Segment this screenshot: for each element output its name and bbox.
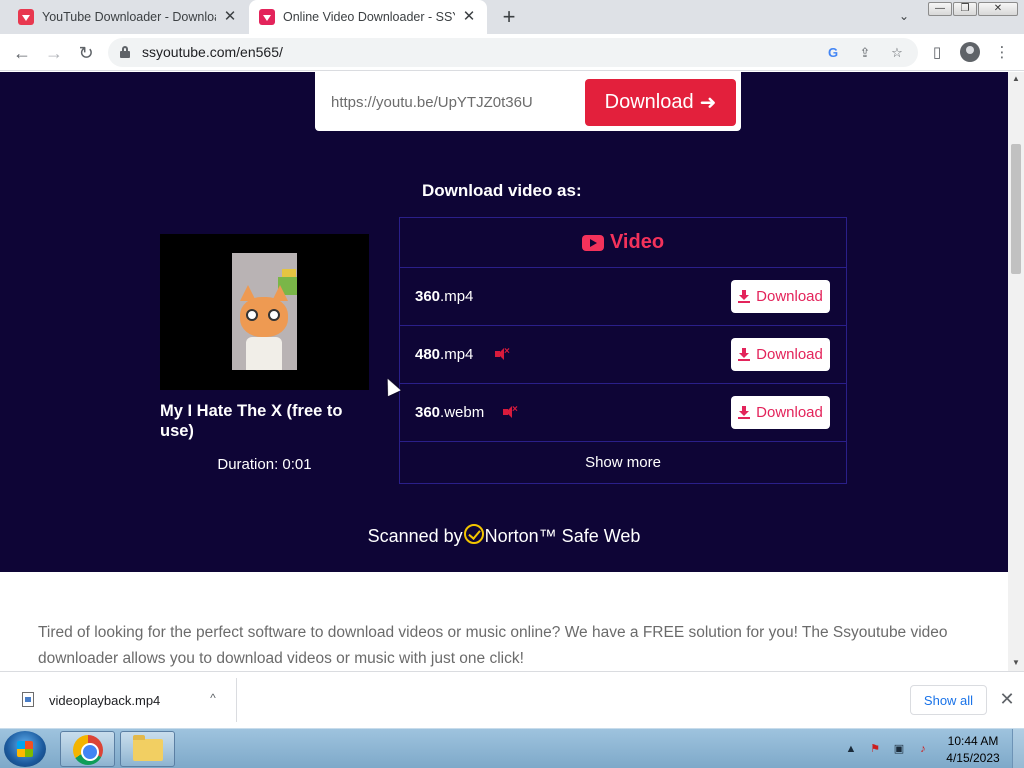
youtube-play-icon	[581, 234, 604, 251]
windows-taskbar: ▲ ⚑ ▣ ♪ 10:44 AM 4/15/2023	[0, 728, 1024, 768]
format-row: 480.mp4 × Download	[400, 326, 846, 384]
norton-check-icon	[463, 524, 484, 544]
minimize-button[interactable]: —	[928, 2, 952, 16]
tray-expand-icon[interactable]: ▲	[844, 742, 858, 756]
format-quality: 360	[415, 404, 441, 421]
download-360-mp4-button[interactable]: Download	[731, 280, 830, 313]
download-shelf: videoplayback.mp4 ^ Show all ✕	[0, 671, 1024, 728]
format-label: 360.webm	[415, 404, 484, 421]
show-all-button[interactable]: Show all	[910, 685, 987, 715]
forward-arrow-icon[interactable]: →	[43, 42, 65, 64]
cat-cartoon-image	[232, 253, 297, 370]
clock-date[interactable]: 4/15/2023	[940, 751, 1006, 765]
download-as-heading: Download video as:	[422, 181, 582, 200]
tab-title: Online Video Downloader - SSYo	[283, 10, 455, 24]
clock-time[interactable]: 10:44 AM	[940, 734, 1006, 748]
taskbar-explorer-button[interactable]	[120, 731, 175, 767]
format-label: 360.mp4	[415, 288, 473, 305]
share-icon[interactable]: ⇪	[856, 44, 874, 62]
tab-search-chevron-icon[interactable]: ⌄	[896, 9, 912, 25]
browser-toolbar: ← → ↻ ssyoutube.com/en565/ G ⇪ ☆ ▯ ⋮	[0, 34, 1024, 71]
downloaded-file-name[interactable]: videoplayback.mp4	[49, 693, 160, 708]
back-arrow-icon[interactable]: ←	[11, 42, 33, 64]
network-icon[interactable]: ▣	[892, 742, 906, 756]
tab-close-icon[interactable]: ✕	[222, 9, 238, 25]
side-panel-icon[interactable]: ▯	[927, 43, 947, 63]
youtube-downloader-favicon-icon	[18, 9, 34, 25]
reload-icon[interactable]: ↻	[75, 42, 97, 64]
format-quality: 360	[415, 288, 441, 305]
format-row: 360.webm × Download	[400, 384, 846, 442]
format-ext: .mp4	[440, 288, 474, 305]
ssyoutube-favicon-icon	[259, 9, 275, 25]
taskbar-chrome-button[interactable]	[60, 731, 115, 767]
download-icon	[738, 406, 751, 419]
muted-speaker-icon: ×	[503, 404, 518, 418]
close-window-button[interactable]: ✕	[978, 2, 1018, 16]
norton-badge: Scanned by Norton™ Safe Web	[0, 524, 1008, 547]
download-button-label: Download	[756, 288, 823, 305]
close-shelf-icon[interactable]: ✕	[997, 689, 1017, 709]
format-ext: .mp4	[440, 346, 474, 363]
download-icon	[738, 348, 751, 361]
muted-speaker-icon: ×	[495, 346, 510, 360]
format-quality: 480	[415, 346, 441, 363]
address-bar[interactable]: ssyoutube.com/en565/ G ⇪ ☆	[108, 38, 918, 67]
hero-section: Download ➜ Download video as: My I Hate …	[0, 72, 1008, 572]
download-icon	[738, 290, 751, 303]
page-viewport: Download ➜ Download video as: My I Hate …	[0, 72, 1008, 671]
volume-muted-icon[interactable]: ♪	[916, 742, 930, 756]
video-title: My I Hate The X (free to use)	[160, 402, 343, 440]
tab-strip: YouTube Downloader - Download ✕ Online V…	[0, 0, 1024, 34]
folder-icon	[133, 735, 163, 761]
google-lens-icon[interactable]: G	[824, 44, 842, 62]
format-label: 480.mp4	[415, 346, 473, 363]
video-duration: Duration: 0:01	[217, 456, 312, 473]
chrome-icon	[73, 735, 103, 765]
formats-header: Video	[400, 218, 846, 268]
norton-prefix: Scanned by	[367, 526, 463, 546]
show-more-button[interactable]: Show more	[400, 442, 846, 482]
format-ext: .webm	[440, 404, 485, 421]
action-center-icon[interactable]: ⚑	[868, 742, 882, 756]
main-download-label: Download	[604, 91, 694, 113]
new-tab-button[interactable]: +	[498, 6, 520, 29]
norton-suffix: Norton™ Safe Web	[484, 526, 641, 546]
restore-button[interactable]: ❐	[953, 2, 977, 16]
main-download-button[interactable]: Download ➜	[585, 79, 736, 126]
menu-kebab-icon[interactable]: ⋮	[992, 43, 1012, 63]
bookmark-star-icon[interactable]: ☆	[888, 44, 906, 62]
download-button-label: Download	[756, 404, 823, 421]
lock-icon[interactable]	[120, 46, 130, 58]
tab-close-icon[interactable]: ✕	[461, 9, 477, 25]
download-button-label: Download	[756, 346, 823, 363]
start-button[interactable]	[4, 731, 46, 767]
tab-online-video-downloader[interactable]: Online Video Downloader - SSYo ✕	[249, 0, 487, 34]
video-file-icon	[22, 692, 34, 707]
scroll-down-arrow-icon[interactable]: ▼	[1012, 658, 1020, 667]
chevron-up-icon[interactable]: ^	[205, 691, 221, 707]
download-480-mp4-button[interactable]: Download	[731, 338, 830, 371]
intro-paragraph: Tired of looking for the perfect softwar…	[38, 624, 948, 667]
url-text[interactable]: ssyoutube.com/en565/	[142, 44, 283, 60]
tab-title: YouTube Downloader - Download	[42, 10, 216, 24]
tab-youtube-downloader[interactable]: YouTube Downloader - Download ✕	[8, 0, 248, 34]
formats-header-label: Video	[609, 231, 665, 253]
profile-avatar[interactable]	[960, 42, 980, 62]
video-url-input[interactable]	[331, 91, 566, 113]
arrow-right-icon: ➜	[699, 92, 717, 114]
video-thumbnail[interactable]	[160, 234, 369, 390]
url-form: Download ➜	[315, 72, 741, 131]
show-desktop-button[interactable]	[1012, 729, 1024, 768]
scroll-thumb[interactable]	[1011, 144, 1021, 274]
shelf-divider	[236, 678, 237, 722]
page-scrollbar[interactable]: ▲ ▼	[1008, 72, 1024, 671]
download-360-webm-button[interactable]: Download	[731, 396, 830, 429]
formats-table: Video 360.mp4 Download 480.mp4 × Downloa…	[399, 217, 847, 484]
format-row: 360.mp4 Download	[400, 268, 846, 326]
scroll-up-arrow-icon[interactable]: ▲	[1012, 74, 1020, 83]
